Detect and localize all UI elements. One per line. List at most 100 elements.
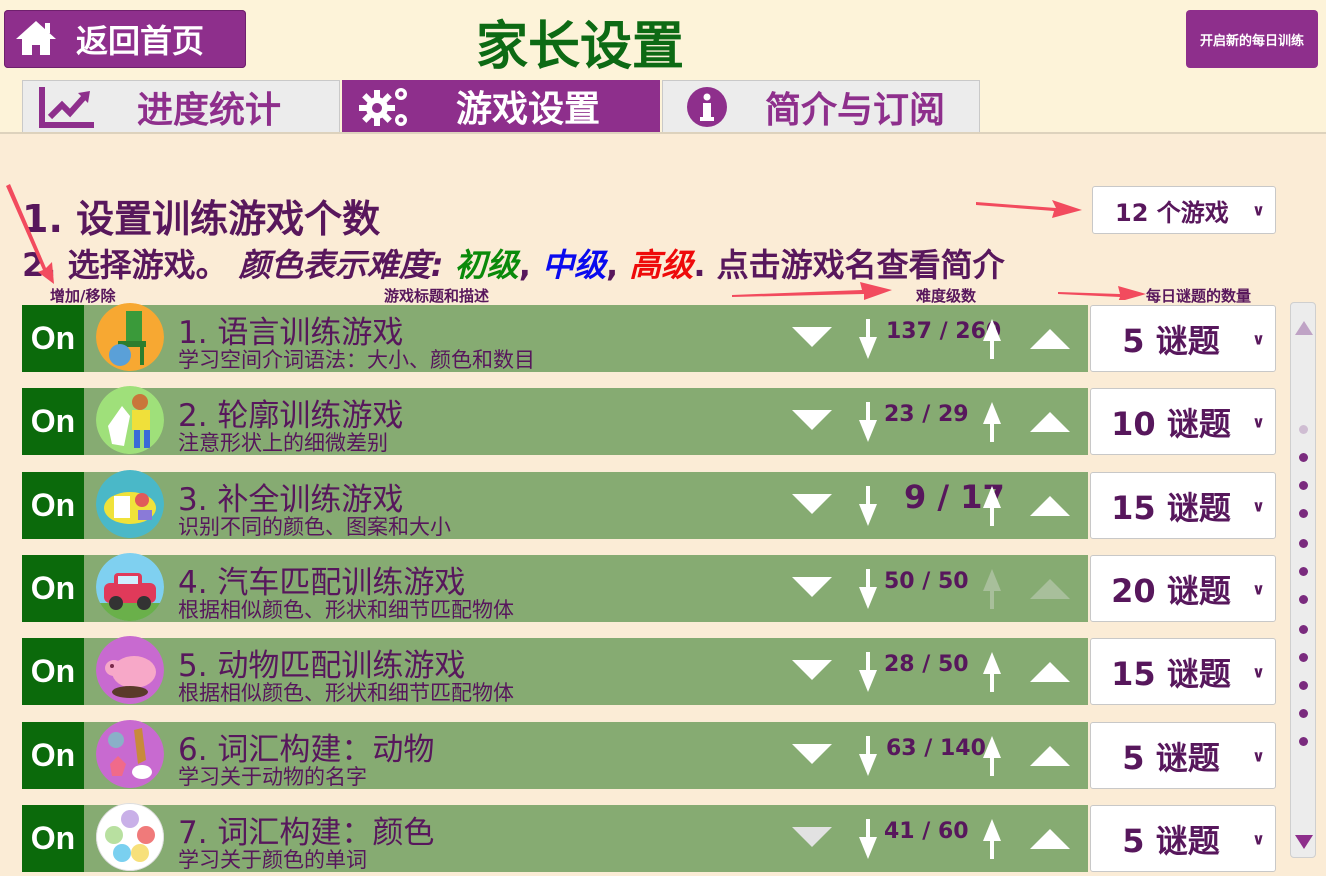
animals-icon: [96, 720, 164, 788]
level-min-triangle-icon[interactable]: [792, 494, 832, 514]
boy-silhouette-icon: [96, 386, 164, 454]
difficulty-progress: 63 / 140: [886, 736, 986, 761]
level-min-triangle-icon[interactable]: [792, 744, 832, 764]
game-row: On 4. 汽车匹配训练游戏 根据相似颜色、形状和细节匹配物体 50 / 50 20 谜…: [22, 553, 1276, 622]
level-min-triangle-icon[interactable]: [792, 827, 832, 847]
car-icon: [96, 553, 164, 621]
level-max-triangle-icon[interactable]: [1030, 662, 1070, 682]
daily-puzzles-value: 5 谜题: [1122, 821, 1220, 860]
game-toggle-button[interactable]: On: [22, 722, 84, 789]
tab-game-settings[interactable]: 游戏设置: [342, 80, 660, 132]
daily-puzzles-value: 5 谜题: [1122, 321, 1220, 360]
chevron-down-icon: ∨: [1252, 579, 1265, 598]
game-description: 学习空间介词语法：大小、颜色和数目: [178, 348, 535, 372]
game-toggle-button[interactable]: On: [22, 638, 84, 705]
scroll-dot: [1299, 481, 1308, 490]
level-max-triangle-icon: [1030, 579, 1070, 599]
game-description: 根据相似颜色、形状和细节匹配物体: [178, 681, 514, 705]
game-row: On 3. 补全训练游戏 识别不同的颜色、图案和大小 9 / 17 15 谜题 ∨: [22, 470, 1276, 539]
scroll-dot: [1299, 709, 1308, 718]
scroll-dot: [1299, 625, 1308, 634]
level-up-arrow-icon[interactable]: [982, 652, 1002, 692]
scroll-dot: [1299, 539, 1308, 548]
pig-icon: [96, 636, 164, 704]
difficulty-progress: 50 / 50: [884, 569, 969, 594]
scroll-dot: [1299, 681, 1308, 690]
daily-puzzles-select[interactable]: 5 谜题 ∨: [1090, 305, 1276, 372]
chevron-down-icon: ∨: [1252, 496, 1265, 515]
level-min-triangle-icon[interactable]: [792, 327, 832, 347]
game-toggle-button[interactable]: On: [22, 472, 84, 539]
game-toggle-button[interactable]: On: [22, 555, 84, 622]
tab-label: 游戏设置: [456, 89, 601, 130]
daily-puzzles-value: 15 谜题: [1111, 488, 1231, 527]
level-max-triangle-icon[interactable]: [1030, 329, 1070, 349]
level-max-triangle-icon[interactable]: [1030, 746, 1070, 766]
daily-puzzles-select[interactable]: 20 谜题 ∨: [1090, 555, 1276, 622]
page-title: 家长设置: [476, 17, 685, 77]
difficulty-progress: 23 / 29: [884, 402, 969, 427]
level-down-arrow-icon[interactable]: [858, 319, 878, 359]
scroll-up-arrow-icon[interactable]: [1295, 321, 1313, 335]
game-row: On 1. 语言训练游戏 学习空间介词语法：大小、颜色和数目 137 / 260 5 谜…: [22, 303, 1276, 372]
daily-puzzles-value: 10 谜题: [1111, 404, 1231, 443]
game-description: 注意形状上的细微差别: [178, 431, 388, 455]
level-max-triangle-icon[interactable]: [1030, 829, 1070, 849]
tab-label: 简介与订阅: [765, 89, 946, 131]
scroll-dot: [1299, 453, 1308, 462]
daily-puzzles-value: 20 谜题: [1111, 571, 1231, 610]
game-description: 学习关于动物的名字: [178, 765, 367, 789]
level-up-arrow-icon[interactable]: [982, 486, 1002, 526]
chevron-down-icon: ∨: [1252, 662, 1265, 681]
game-toggle-button[interactable]: On: [22, 805, 84, 872]
annotation-arrow-icon: [976, 200, 1082, 218]
level-down-arrow-icon[interactable]: [858, 652, 878, 692]
home-button-label: 返回首页: [76, 22, 205, 60]
scroll-down-arrow-icon[interactable]: [1295, 835, 1313, 849]
game-description: 根据相似颜色、形状和细节匹配物体: [178, 598, 514, 622]
level-max-triangle-icon[interactable]: [1030, 412, 1070, 432]
tab-progress[interactable]: 进度统计: [22, 80, 340, 132]
daily-puzzles-select[interactable]: 15 谜题 ∨: [1090, 472, 1276, 539]
daily-puzzles-select[interactable]: 5 谜题 ∨: [1090, 805, 1276, 872]
info-icon: [677, 85, 737, 129]
chevron-down-icon: ∨: [1252, 829, 1265, 848]
tab-label: 进度统计: [137, 89, 282, 131]
level-down-arrow-icon[interactable]: [858, 486, 878, 526]
scroll-dot: [1299, 737, 1308, 746]
level-up-arrow-icon[interactable]: [982, 819, 1002, 859]
scroll-dot: [1299, 653, 1308, 662]
daily-puzzles-select[interactable]: 10 谜题 ∨: [1090, 388, 1276, 455]
daily-puzzles-value: 5 谜题: [1122, 738, 1220, 777]
difficulty-progress: 28 / 50: [884, 652, 969, 677]
level-down-arrow-icon[interactable]: [858, 819, 878, 859]
level-up-arrow-icon[interactable]: [982, 319, 1002, 359]
game-toggle-button[interactable]: On: [22, 305, 84, 372]
daily-puzzles-select[interactable]: 15 谜题 ∨: [1090, 638, 1276, 705]
tab-intro-subscribe[interactable]: 简介与订阅: [662, 80, 980, 132]
annotation-arrow-icon: [1058, 286, 1146, 300]
level-max-triangle-icon[interactable]: [1030, 496, 1070, 516]
level-down-arrow-icon[interactable]: [858, 402, 878, 442]
level-down-arrow-icon[interactable]: [858, 569, 878, 609]
scroll-dot: [1299, 567, 1308, 576]
level-min-triangle-icon[interactable]: [792, 660, 832, 680]
level-min-triangle-icon[interactable]: [792, 577, 832, 597]
level-up-arrow-icon[interactable]: [982, 402, 1002, 442]
chevron-down-icon: ∨: [1252, 329, 1265, 348]
game-description: 学习关于颜色的单词: [178, 848, 367, 872]
level-up-arrow-icon[interactable]: [982, 736, 1002, 776]
daily-puzzles-value: 15 谜题: [1111, 654, 1231, 693]
game-description: 识别不同的颜色、图案和大小: [178, 515, 451, 539]
level-down-arrow-icon[interactable]: [858, 736, 878, 776]
daily-puzzles-select[interactable]: 5 谜题 ∨: [1090, 722, 1276, 789]
start-daily-training-button[interactable]: 开启新的每日训练: [1186, 10, 1318, 68]
gears-icon: [356, 84, 416, 128]
game-row: On 6. 词汇构建：动物 学习关于动物的名字 63 / 140 5 谜题 ∨: [22, 720, 1276, 789]
game-row: On 2. 轮廓训练游戏 注意形状上的细微差别 23 / 29 10 谜题 ∨: [22, 386, 1276, 455]
game-toggle-button[interactable]: On: [22, 388, 84, 455]
scrollbar[interactable]: [1290, 302, 1316, 858]
difficulty-progress: 41 / 60: [884, 819, 969, 844]
home-button[interactable]: 返回首页: [4, 10, 246, 68]
level-min-triangle-icon[interactable]: [792, 410, 832, 430]
